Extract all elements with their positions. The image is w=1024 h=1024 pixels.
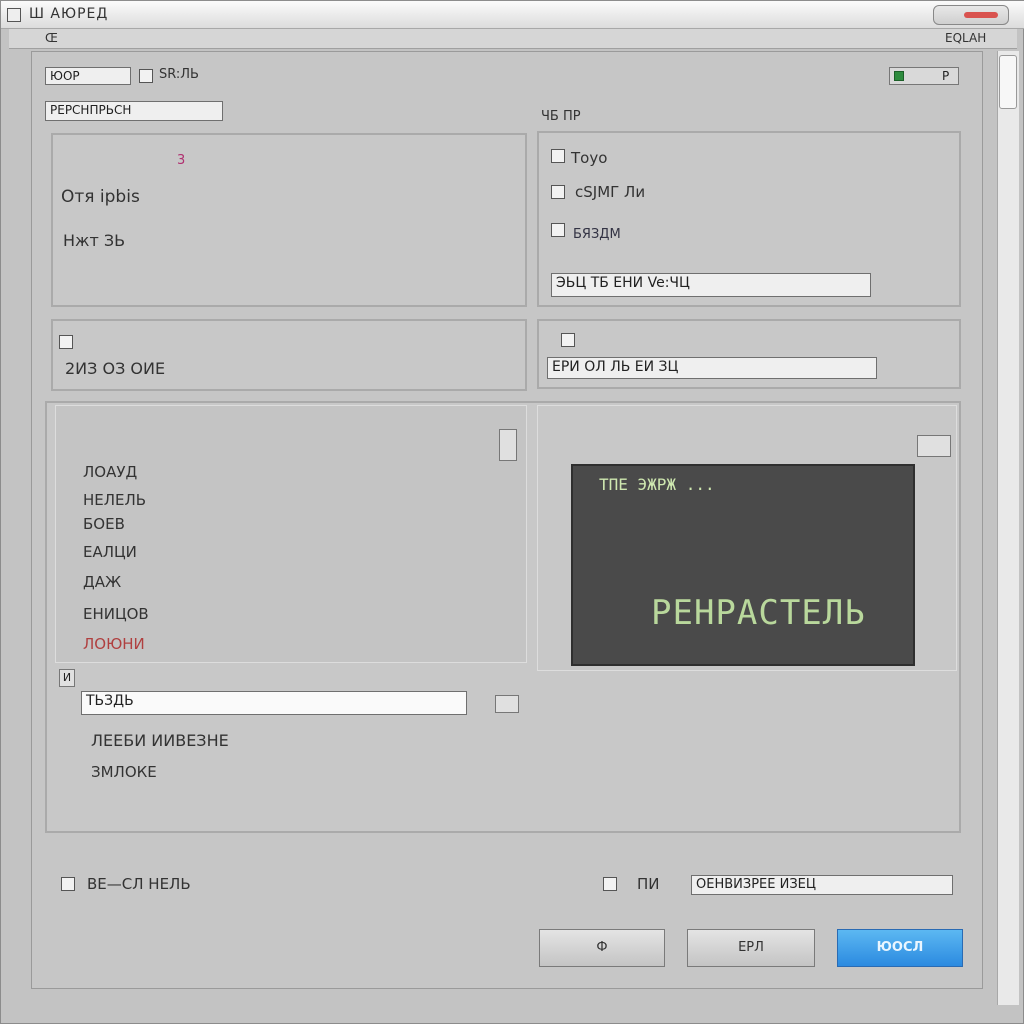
preview-big-text: РЕНРАСТЕЛЬ	[651, 593, 866, 633]
bottom-browse-button[interactable]	[495, 695, 519, 713]
bottom-line1: ЛЕЕБИ ИИВЕЗНЕ	[91, 731, 229, 750]
group2-item2: сSJМГ Ли	[575, 183, 646, 201]
option-right-label-1: ПИ	[637, 875, 660, 893]
group4-checkbox[interactable]	[561, 333, 575, 347]
group1-header: PEPCHПРЬСН	[45, 101, 223, 121]
group2-item1: Тоуо	[571, 149, 608, 167]
corner-control[interactable]: P	[889, 67, 959, 85]
list-scroll-button[interactable]	[499, 429, 517, 461]
bottom-input[interactable]: ТЬЗДЬ	[81, 691, 467, 715]
dialog-window: Ш AЮРЕД Œ EQLAH ЮОР SR:ЛЬ P PEPCHПРЬСН 3…	[0, 0, 1024, 1024]
cancel-button[interactable]: ЕРЛ	[687, 929, 815, 967]
primary-button[interactable]: ЮОСЛ	[837, 929, 963, 967]
corner-label: P	[942, 69, 950, 83]
bottom-line2: ЗМЛОКЕ	[91, 763, 157, 781]
group1-line1: Отя ipbis	[61, 187, 140, 207]
top-checkbox[interactable]	[139, 69, 153, 83]
list-item[interactable]: НЕЛЕЛЬ	[83, 491, 146, 509]
option-right-checkbox[interactable]	[603, 877, 617, 891]
preview-display	[571, 464, 915, 666]
group2-checkbox-2[interactable]	[551, 185, 565, 199]
group2-checkbox-3[interactable]	[551, 223, 565, 237]
group2-field[interactable]: ЭЬЦ ТБ ЕНИ Ve:ЧЦ	[551, 273, 871, 297]
list-item[interactable]: ЛОАУД	[83, 463, 137, 481]
menu-item-right[interactable]: EQLAH	[945, 31, 986, 45]
option-left-checkbox[interactable]	[61, 877, 75, 891]
group2-header: ЧБ ПР	[541, 109, 581, 124]
menu-item-left[interactable]: Œ	[45, 31, 58, 45]
group3-panel	[51, 319, 527, 391]
list-item[interactable]: БОЕВ	[83, 515, 125, 533]
title-bar[interactable]	[1, 1, 1024, 29]
scrollbar-thumb[interactable]	[999, 55, 1017, 109]
group3-checkbox[interactable]	[59, 335, 73, 349]
top-field[interactable]: ЮОР	[45, 67, 131, 85]
top-combo-label: SR:ЛЬ	[159, 67, 199, 82]
window-title: Ш AЮРЕД	[29, 6, 109, 22]
list-item[interactable]: ДАЖ	[83, 573, 121, 591]
option-right-field[interactable]: ОЕНВИЗРЕЕ ИЗЕЦ	[691, 875, 953, 895]
list-panel[interactable]	[55, 405, 527, 663]
group2-item3: БЯЗДМ	[573, 227, 621, 242]
green-status-icon	[894, 71, 904, 81]
vertical-scrollbar[interactable]	[997, 51, 1019, 1005]
list-item[interactable]: ЛОЮНИ	[83, 635, 145, 653]
app-icon	[7, 8, 21, 22]
close-button[interactable]	[933, 5, 1009, 25]
group2-checkbox-1[interactable]	[551, 149, 565, 163]
preview-toggle-button[interactable]	[917, 435, 951, 457]
menu-bar	[9, 29, 1017, 49]
list-item[interactable]: ЕАЛЦИ	[83, 543, 137, 561]
group3-line: 2ИЗ ОЗ ОИЕ	[65, 359, 166, 378]
ok-button[interactable]: Ф	[539, 929, 665, 967]
list-item[interactable]: ЕНИЦОВ	[83, 605, 149, 623]
group1-mark: 3	[177, 153, 186, 168]
option-left-label: ВЕ—СЛ НЕЛЬ	[87, 875, 191, 893]
group1-line2: Нжт ЗЬ	[63, 231, 126, 250]
group4-field[interactable]: ЕРИ ОЛ ЛЬ ЕИ ЗЦ	[547, 357, 877, 379]
preview-top-text: ТПЕ ЭЖРЖ ...	[599, 475, 715, 494]
group1-panel	[51, 133, 527, 307]
bottom-tag: И	[59, 669, 75, 687]
